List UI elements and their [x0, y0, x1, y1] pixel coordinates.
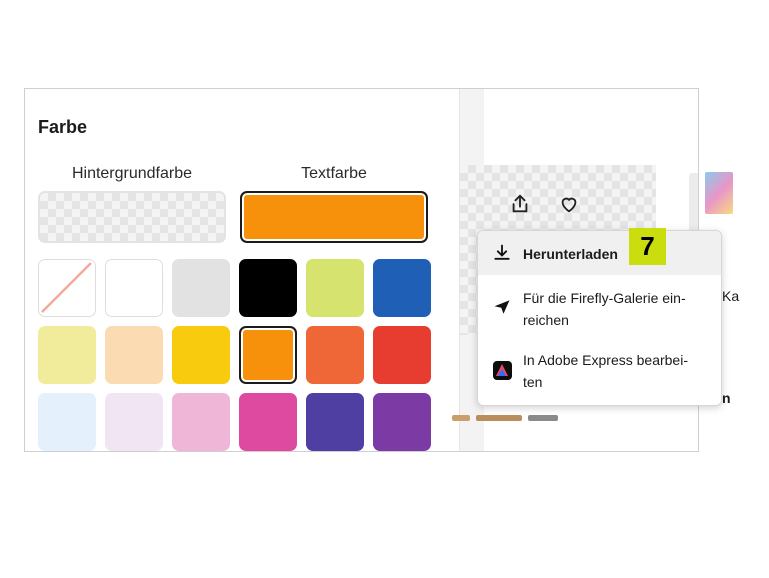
- color-swatch-black[interactable]: [239, 259, 297, 317]
- bottom-thumbnails: [452, 413, 584, 423]
- color-swatch-orange[interactable]: [239, 326, 297, 384]
- color-swatch-purple[interactable]: [373, 393, 431, 451]
- download-label: Herunterladen: [523, 246, 618, 262]
- thumbnail-image[interactable]: [705, 172, 733, 214]
- text-color-swatch[interactable]: [240, 191, 428, 243]
- edit-in-adobe-express-menu-item[interactable]: In Adobe Express bearbei- ten: [478, 343, 721, 399]
- express-label-line2: ten: [523, 374, 543, 390]
- color-swatch-red[interactable]: [373, 326, 431, 384]
- color-swatch-light-yellow[interactable]: [38, 326, 96, 384]
- step-badge: 7: [629, 228, 666, 265]
- color-swatch-light-gray[interactable]: [172, 259, 230, 317]
- download-icon: [492, 243, 512, 263]
- heart-icon: [561, 197, 577, 213]
- color-swatch-yellow[interactable]: [172, 326, 230, 384]
- submit-to-gallery-menu-item[interactable]: Für die Firefly-Galerie ein- reichen: [478, 283, 721, 337]
- color-swatch-white[interactable]: [105, 259, 163, 317]
- color-swatch-magenta[interactable]: [239, 393, 297, 451]
- color-swatch-lavender[interactable]: [105, 393, 163, 451]
- background-color-swatch[interactable]: [38, 191, 226, 243]
- submit-label-line1: Für die Firefly-Galerie ein-: [523, 290, 686, 306]
- color-swatch-red-orange[interactable]: [306, 326, 364, 384]
- color-swatch-lime[interactable]: [306, 259, 364, 317]
- color-panel: Farbe Hintergrundfarbe Textfarbe: [25, 89, 459, 451]
- color-swatch-light-blue[interactable]: [38, 393, 96, 451]
- color-swatch-peach[interactable]: [105, 326, 163, 384]
- side-label: Ka: [722, 288, 740, 304]
- favorite-button[interactable]: [555, 190, 583, 218]
- side-label-bold: n: [722, 390, 731, 406]
- adobe-express-icon: [492, 360, 512, 380]
- share-button[interactable]: [506, 190, 534, 218]
- paper-plane-icon: [492, 297, 512, 317]
- express-label-line1: In Adobe Express bearbei-: [523, 352, 688, 368]
- submit-label-line2: reichen: [523, 312, 569, 328]
- text-color-label: Textfarbe: [301, 165, 367, 182]
- color-swatch-none[interactable]: [38, 259, 96, 317]
- share-icon: [512, 194, 528, 213]
- color-swatch-pink[interactable]: [172, 393, 230, 451]
- panel-title: Farbe: [38, 117, 88, 137]
- context-menu: Herunterladen Für die Firefly-Galerie ei…: [477, 230, 722, 406]
- download-menu-item[interactable]: Herunterladen: [478, 231, 721, 275]
- color-swatch-blue[interactable]: [373, 259, 431, 317]
- color-swatch-indigo[interactable]: [306, 393, 364, 451]
- background-color-label: Hintergrundfarbe: [71, 165, 193, 182]
